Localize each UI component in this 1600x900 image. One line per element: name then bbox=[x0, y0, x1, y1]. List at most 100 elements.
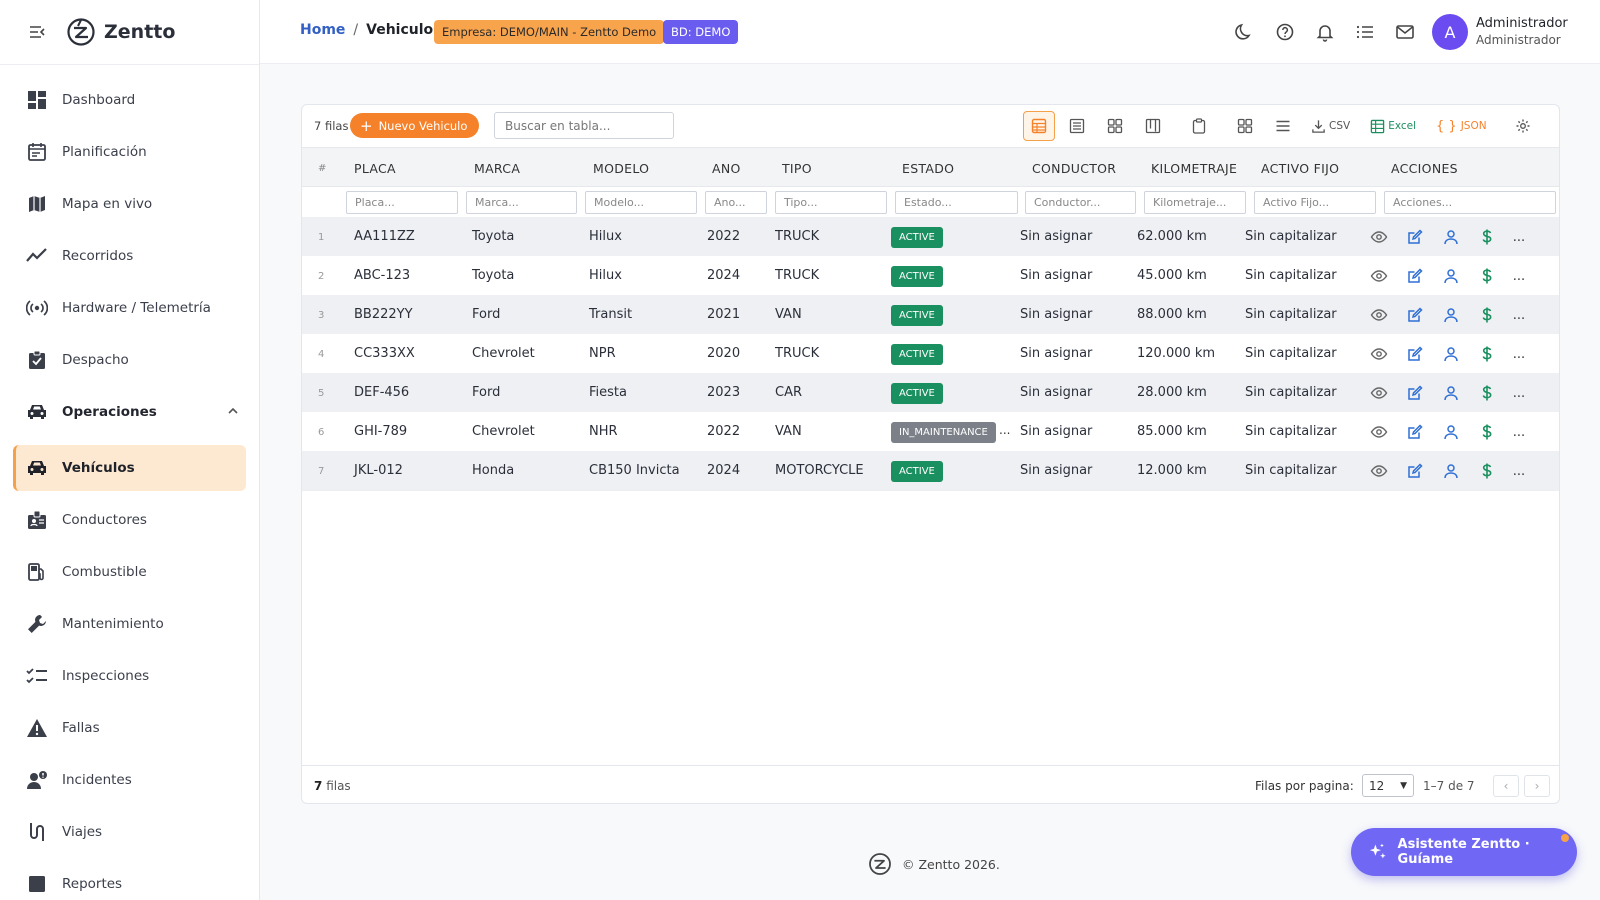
more-actions-button[interactable]: ... bbox=[1513, 383, 1525, 403]
edit-button[interactable] bbox=[1405, 383, 1425, 403]
assign-driver-button[interactable] bbox=[1441, 344, 1461, 364]
assign-driver-button[interactable] bbox=[1441, 227, 1461, 247]
view-button[interactable] bbox=[1369, 344, 1389, 364]
rows-per-page-select[interactable]: 12 ▼ bbox=[1362, 774, 1414, 797]
density-button[interactable] bbox=[1267, 111, 1299, 141]
more-actions-button[interactable]: ... bbox=[1513, 305, 1525, 325]
more-actions-button[interactable]: ... bbox=[1513, 344, 1525, 364]
view-button[interactable] bbox=[1369, 461, 1389, 481]
sidebar-item-fallas[interactable]: Fallas bbox=[13, 705, 246, 751]
notifications-bell-icon[interactable] bbox=[1315, 22, 1335, 42]
filter-modelo-input[interactable] bbox=[585, 191, 697, 214]
edit-button[interactable] bbox=[1405, 461, 1425, 481]
capitalize-button[interactable] bbox=[1477, 227, 1497, 247]
column-header-modelo[interactable]: MODELO bbox=[593, 161, 649, 176]
column-header-estado[interactable]: ESTADO bbox=[902, 161, 954, 176]
dark-mode-icon[interactable] bbox=[1235, 22, 1255, 42]
assign-driver-button[interactable] bbox=[1441, 461, 1461, 481]
table-row[interactable]: 5 DEF-456 Ford Fiesta 2023 CAR Sin asignar 28.0… bbox=[302, 373, 1559, 413]
sidebar-item-mapa[interactable]: Mapa en vivo bbox=[13, 181, 246, 227]
view-button[interactable] bbox=[1369, 227, 1389, 247]
column-header-tipo[interactable]: TIPO bbox=[782, 161, 812, 176]
chevron-up-icon[interactable] bbox=[226, 404, 240, 418]
edit-button[interactable] bbox=[1405, 227, 1425, 247]
copy-button[interactable] bbox=[1183, 111, 1215, 141]
sidebar-item-vehiculos[interactable]: Vehículos bbox=[13, 445, 246, 491]
assign-driver-button[interactable] bbox=[1441, 305, 1461, 325]
filter-tipo-input[interactable] bbox=[775, 191, 887, 214]
settings-button[interactable] bbox=[1507, 111, 1539, 141]
assign-driver-button[interactable] bbox=[1441, 422, 1461, 442]
capitalize-button[interactable] bbox=[1477, 461, 1497, 481]
column-header-ano[interactable]: ANO bbox=[712, 161, 741, 176]
filter-kilometraje-input[interactable] bbox=[1144, 191, 1246, 214]
edit-button[interactable] bbox=[1405, 305, 1425, 325]
sidebar-item-despacho[interactable]: Despacho bbox=[13, 337, 246, 383]
table-row[interactable]: 1 AA111ZZ Toyota Hilux 2022 TRUCK Sin asignar 6… bbox=[302, 217, 1559, 257]
capitalize-button[interactable] bbox=[1477, 383, 1497, 403]
more-actions-button[interactable]: ... bbox=[1513, 227, 1525, 247]
assign-driver-button[interactable] bbox=[1441, 383, 1461, 403]
sidebar-item-mantenimiento[interactable]: Mantenimiento bbox=[13, 601, 246, 647]
sidebar-item-conductores[interactable]: Conductores bbox=[13, 497, 246, 543]
export-excel-button[interactable]: Excel bbox=[1370, 119, 1416, 134]
capitalize-button[interactable] bbox=[1477, 266, 1497, 286]
user-menu[interactable]: A Administrador Administrador bbox=[1432, 14, 1568, 50]
task-list-icon[interactable] bbox=[1355, 22, 1375, 42]
filter-activo-fijo-input[interactable] bbox=[1254, 191, 1376, 214]
view-button[interactable] bbox=[1369, 305, 1389, 325]
zentto-logo-icon[interactable] bbox=[66, 17, 96, 47]
filter-estado-input[interactable] bbox=[895, 191, 1018, 214]
sidebar-item-recorridos[interactable]: Recorridos bbox=[13, 233, 246, 279]
column-header-kilometraje[interactable]: KILOMETRAJE bbox=[1151, 161, 1237, 176]
sidebar-item-viajes[interactable]: Viajes bbox=[13, 809, 246, 855]
previous-page-button[interactable]: ‹ bbox=[1493, 775, 1519, 797]
help-icon[interactable] bbox=[1275, 22, 1295, 42]
new-vehicle-button[interactable]: + Nuevo Vehiculo bbox=[350, 113, 480, 138]
more-actions-button[interactable]: ... bbox=[1513, 422, 1525, 442]
sidebar-item-combustible[interactable]: Combustible bbox=[13, 549, 246, 595]
avatar[interactable]: A bbox=[1432, 14, 1468, 50]
filter-marca-input[interactable] bbox=[466, 191, 577, 214]
more-actions-button[interactable]: ... bbox=[1513, 266, 1525, 286]
column-header-conductor[interactable]: CONDUCTOR bbox=[1032, 161, 1116, 176]
column-header-placa[interactable]: PLACA bbox=[354, 161, 396, 176]
capitalize-button[interactable] bbox=[1477, 344, 1497, 364]
table-row[interactable]: 2 ABC-123 Toyota Hilux 2024 TRUCK Sin asignar 4… bbox=[302, 256, 1559, 296]
sidebar-item-planificacion[interactable]: Planificación bbox=[13, 129, 246, 175]
filter-conductor-input[interactable] bbox=[1025, 191, 1136, 214]
filter-ano-input[interactable] bbox=[705, 191, 767, 214]
sidebar-group-operaciones[interactable]: Operaciones bbox=[13, 389, 246, 435]
view-grid-button[interactable] bbox=[1099, 111, 1131, 141]
next-page-button[interactable]: › bbox=[1524, 775, 1550, 797]
menu-collapse-icon[interactable] bbox=[28, 23, 46, 41]
capitalize-button[interactable] bbox=[1477, 422, 1497, 442]
edit-button[interactable] bbox=[1405, 422, 1425, 442]
table-row[interactable]: 7 JKL-012 Honda CB150 Invicta 2024 MOTORCYCLE… bbox=[302, 451, 1559, 491]
view-kanban-button[interactable] bbox=[1137, 111, 1169, 141]
view-button[interactable] bbox=[1369, 266, 1389, 286]
assistant-button[interactable]: Asistente Zentto · Guíame bbox=[1351, 828, 1577, 876]
filter-placa-input[interactable] bbox=[346, 191, 458, 214]
edit-button[interactable] bbox=[1405, 266, 1425, 286]
columns-button[interactable] bbox=[1229, 111, 1261, 141]
export-json-button[interactable]: { } JSON bbox=[1436, 119, 1487, 134]
breadcrumb-home-link[interactable]: Home bbox=[300, 22, 345, 38]
view-table-button[interactable] bbox=[1023, 111, 1055, 141]
table-row[interactable]: 4 CC333XX Chevrolet NPR 2020 TRUCK Sin asignar… bbox=[302, 334, 1559, 374]
sidebar-item-incidentes[interactable]: Incidentes bbox=[13, 757, 246, 803]
view-button[interactable] bbox=[1369, 383, 1389, 403]
view-list-button[interactable] bbox=[1061, 111, 1093, 141]
export-csv-button[interactable]: CSV bbox=[1311, 119, 1350, 134]
sidebar-item-inspecciones[interactable]: Inspecciones bbox=[13, 653, 246, 699]
table-row[interactable]: 3 BB222YY Ford Transit 2021 VAN Sin asignar 88.… bbox=[302, 295, 1559, 335]
more-actions-button[interactable]: ... bbox=[1513, 461, 1525, 481]
mail-icon[interactable] bbox=[1395, 22, 1415, 42]
sidebar-item-reportes[interactable]: Reportes bbox=[13, 861, 246, 900]
assign-driver-button[interactable] bbox=[1441, 266, 1461, 286]
view-button[interactable] bbox=[1369, 422, 1389, 442]
sidebar-item-dashboard[interactable]: Dashboard bbox=[13, 77, 246, 123]
edit-button[interactable] bbox=[1405, 344, 1425, 364]
column-header-marca[interactable]: MARCA bbox=[474, 161, 520, 176]
filter-acciones-input[interactable] bbox=[1384, 191, 1556, 214]
